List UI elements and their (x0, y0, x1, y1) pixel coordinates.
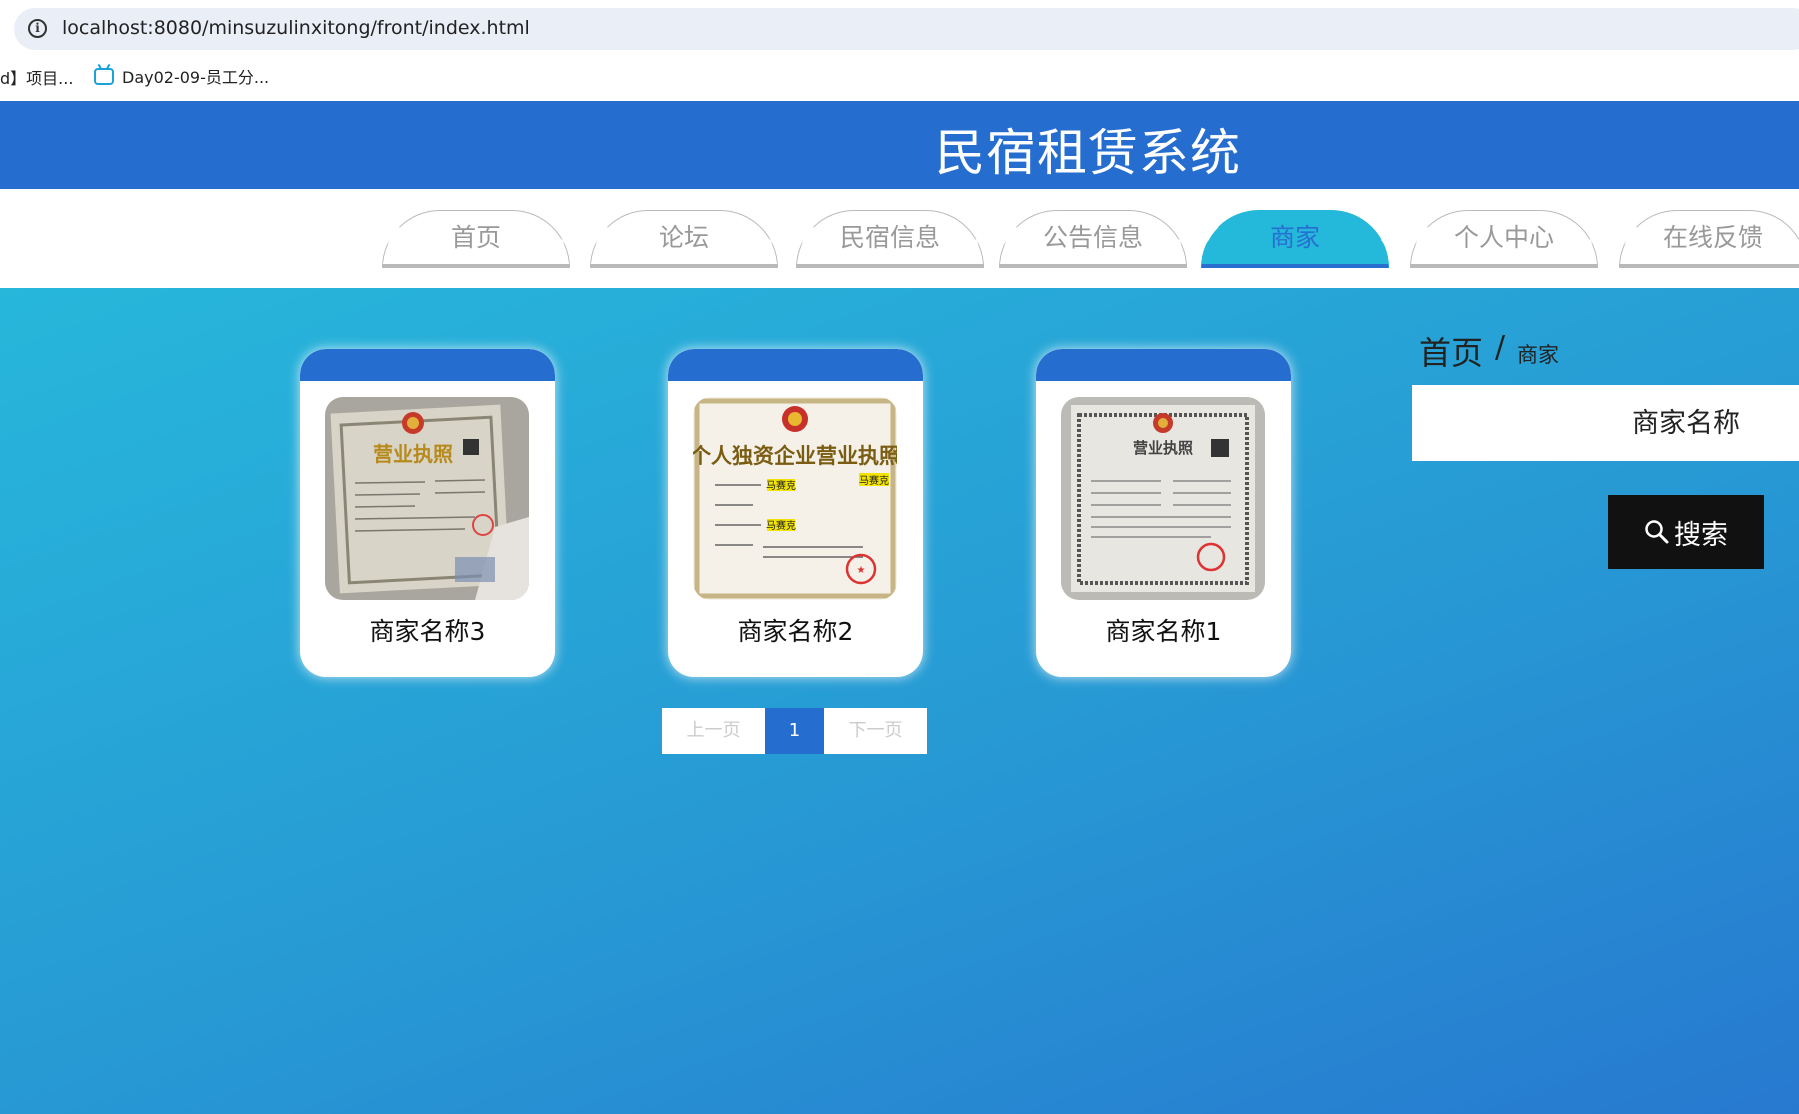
search-icon (1645, 520, 1669, 544)
business-license-image: 个人独资企业营业执照 马赛克 马赛克 马赛克 ★ (693, 397, 897, 600)
svg-text:马赛克: 马赛克 (766, 479, 796, 492)
tab-merchant[interactable]: 商家 (1201, 210, 1389, 268)
prev-page-button[interactable]: 上一页 (662, 708, 765, 754)
breadcrumb-separator: / (1495, 330, 1506, 365)
tab-feedback[interactable]: 在线反馈 (1619, 210, 1799, 268)
search-input[interactable] (1412, 385, 1799, 461)
merchant-name: 商家名称2 (737, 617, 854, 646)
page-number-button[interactable]: 1 (765, 708, 824, 754)
svg-text:马赛克: 马赛克 (859, 474, 889, 487)
bookmark-item-day02[interactable]: Day02-09-员工分... (94, 64, 269, 88)
merchant-card[interactable]: 个人独资企业营业执照 马赛克 马赛克 马赛克 ★ 商家名称2 (668, 349, 923, 677)
svg-text:营业执照: 营业执照 (373, 442, 453, 466)
tab-homestay-info[interactable]: 民宿信息 (796, 210, 984, 268)
svg-text:营业执照: 营业执照 (1133, 439, 1193, 457)
tab-home[interactable]: 首页 (382, 210, 570, 268)
card-header-band (668, 349, 923, 381)
next-page-button[interactable]: 下一页 (824, 708, 927, 754)
breadcrumb-home[interactable]: 首页 (1419, 328, 1483, 374)
merchant-card[interactable]: 营业执照 商家名称3 (300, 349, 555, 677)
bilibili-icon (94, 67, 114, 85)
search-button[interactable]: 搜索 (1608, 495, 1764, 569)
site-title: 民宿租赁系统 (935, 124, 1241, 182)
tab-personal-center[interactable]: 个人中心 (1410, 210, 1598, 268)
merchant-name: 商家名称1 (1105, 617, 1222, 646)
card-header-band (1036, 349, 1291, 381)
site-info-icon[interactable]: i (28, 19, 47, 38)
site-header (0, 101, 1799, 189)
url-text[interactable]: localhost:8080/minsuzulinxitong/front/in… (62, 17, 530, 39)
merchant-name: 商家名称3 (369, 617, 486, 646)
svg-text:★: ★ (857, 565, 866, 576)
merchant-card[interactable]: 营业执照 商家名称1 (1036, 349, 1291, 677)
business-license-image: 营业执照 (325, 397, 529, 600)
breadcrumb-current: 商家 (1517, 343, 1559, 367)
tab-forum[interactable]: 论坛 (590, 210, 778, 268)
search-button-label: 搜索 (1674, 519, 1728, 551)
business-license-image: 营业执照 (1061, 397, 1265, 600)
bookmark-item-project[interactable]: d】项目... (0, 65, 73, 89)
svg-text:马赛克: 马赛克 (766, 519, 796, 532)
bookmark-label: Day02-09-员工分... (122, 68, 270, 87)
tab-announcements[interactable]: 公告信息 (999, 210, 1187, 268)
svg-text:个人独资企业营业执照: 个人独资企业营业执照 (693, 444, 897, 468)
card-header-band (300, 349, 555, 381)
